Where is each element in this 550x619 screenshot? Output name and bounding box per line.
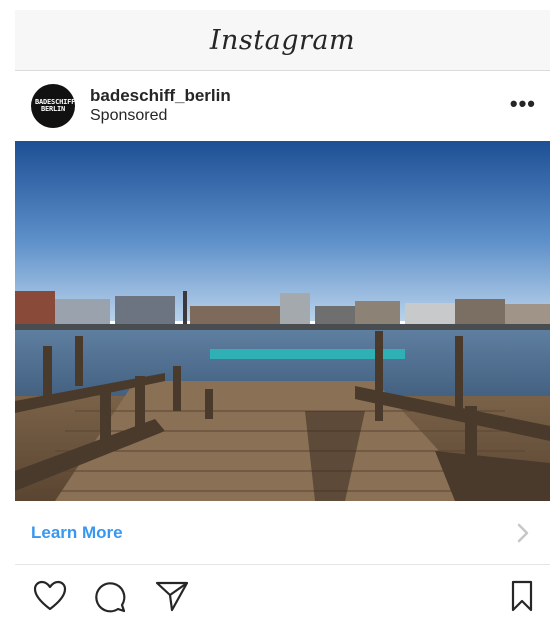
sponsored-label: Sponsored [90, 107, 168, 124]
comment-icon[interactable] [93, 580, 127, 619]
instagram-logo[interactable]: Instagram [210, 25, 355, 56]
instagram-post-screen: Instagram BADESCHIFF BERLIN badeschiff_b… [15, 0, 550, 615]
avatar-logo-text: BADESCHIFF BERLIN [35, 98, 75, 113]
share-icon[interactable] [155, 580, 189, 617]
bookmark-icon[interactable] [510, 580, 534, 617]
post-header: BADESCHIFF BERLIN badeschiff_berlin Spon… [15, 72, 550, 140]
top-navigation-bar: Instagram [15, 10, 550, 71]
learn-more-link[interactable]: Learn More [15, 502, 550, 565]
more-options-icon[interactable]: ••• [510, 93, 536, 115]
username-link[interactable]: badeschiff_berlin [90, 86, 231, 106]
heart-icon[interactable] [33, 580, 67, 617]
chevron-right-icon [516, 521, 530, 550]
learn-more-label: Learn More [31, 523, 123, 542]
post-action-bar [15, 570, 550, 615]
avatar[interactable]: BADESCHIFF BERLIN [31, 84, 75, 128]
post-photo[interactable] [15, 141, 550, 501]
pier-photo-illustration [15, 141, 550, 501]
account-info: badeschiff_berlin Sponsored [90, 86, 231, 126]
